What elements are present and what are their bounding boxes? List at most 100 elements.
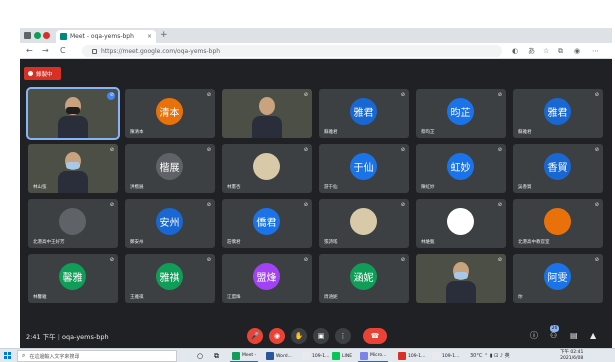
participant-avatar: 楷展 [156,153,183,180]
app-icon [232,351,240,360]
app-icon [360,351,368,360]
present-icon: ▣ [317,332,325,340]
taskbar-app-label: Micro... [370,353,387,358]
participant-tile[interactable]: 僑君 ⊘ 莊僑君 [222,199,312,248]
tab-meet[interactable]: Meet - oqa-yems-bph × [56,30,156,43]
participant-video [58,97,88,138]
participant-tile[interactable]: 楷展 ⊘ 洪楷展 [125,144,215,193]
camera-off-button[interactable]: ◉ [269,328,285,344]
participant-tile[interactable]: 雅君 ⊘ 蘇雅君 [319,89,409,138]
taskbar-app[interactable]: 109-1... [430,350,461,362]
participant-tile[interactable]: 雅君 ⊘ 蘇雅君 [513,89,603,138]
present-button[interactable]: ▣ [313,328,329,344]
mic-muted-icon: ⊘ [109,92,114,98]
participant-tile[interactable]: 涵妮 ⊘ 周涵妮 [319,254,409,303]
participant-tile[interactable]: ⊘ [222,89,312,138]
forward-button[interactable]: → [42,45,49,57]
windows-start-icon[interactable] [4,352,12,360]
taskbar-search-field[interactable]: ⌕ 在這邊輸入文字來搜尋 [17,350,177,362]
activities-icon[interactable]: ▲ [590,331,596,341]
participant-tile[interactable]: ⊘ 林維甄 [416,199,506,248]
system-tray[interactable]: 30°C ⌃ ▮ ⊡ ♪ 英 [470,352,510,359]
raise-hand-button[interactable]: ✋ [291,328,307,344]
mic-muted-icon: ⊘ [400,92,405,98]
mic-off-button[interactable]: 🎤 [247,328,263,344]
profile-icon[interactable] [34,32,41,39]
people-icon[interactable]: ⚇ [550,331,557,341]
participant-avatar: 香貿 [544,153,571,180]
participant-name: 你 [518,295,523,300]
taskbar-app[interactable]: Micro... [358,350,389,362]
participant-tile[interactable]: 阿雯 ⊘ 你 [513,254,603,303]
taskbar-app[interactable]: Word... [264,350,294,362]
mic-muted-icon: ⊘ [497,257,502,263]
participant-name: 林憲杏 [227,185,241,190]
participant-name: 鄭安州 [130,240,144,245]
meeting-info-icon[interactable]: ⓘ [530,331,538,341]
browser-menu-icon[interactable]: ⋯ [592,46,599,56]
participant-tile[interactable]: ⊘ 北港高中王好芳 [28,199,118,248]
recording-dot-icon [28,71,33,76]
new-tab-button[interactable]: + [160,30,168,41]
participant-tile[interactable]: 虹妙 ⊘ 陳虹妙 [416,144,506,193]
participant-tile[interactable]: 盟烽 ⊘ 江盟烽 [222,254,312,303]
favorite-star-icon[interactable]: ☆ [543,46,549,56]
participant-avatar: 虹妙 [447,153,474,180]
taskbar-app[interactable]: LINE [330,350,354,362]
participant-tile[interactable]: ⊘ 林憲杏 [222,144,312,193]
tab-close-icon[interactable]: × [147,33,152,40]
end-call-button[interactable]: ☎ [363,328,387,344]
participant-name: 蘇雅君 [324,130,338,135]
window-menu-icon[interactable] [24,32,31,39]
url-field[interactable]: https://meet.google.com/oqa-yems-bph [82,45,502,57]
taskbar-clock[interactable]: 下午 02:41 2021/6/08 [560,350,583,362]
participant-tile[interactable]: 香貿 ⊘ 吳香貿 [513,144,603,193]
taskbar-app[interactable]: 109-1... [396,350,427,362]
reload-button[interactable]: C [60,45,66,57]
mic-muted-icon: ⊘ [206,92,211,98]
taskbar-app[interactable]: 109-1... [300,350,331,362]
mic-muted-icon: ⊘ [109,147,114,153]
camera-permission-icon[interactable]: ◐ [512,46,518,56]
participant-tile[interactable]: 于仙 ⊘ 游于仙 [319,144,409,193]
cortana-icon[interactable]: ○ [195,350,205,362]
read-aloud-icon[interactable]: あ [528,46,535,56]
mic-muted-icon: ⊘ [497,147,502,153]
recording-badge[interactable]: 錄製中 [24,67,61,80]
participant-tile[interactable]: ⊘ [26,87,120,140]
participant-tile[interactable]: 馨雅 ⊘ 林馨雅 [28,254,118,303]
back-button[interactable]: ← [26,45,33,57]
collections-icon[interactable]: ⧉ [558,46,563,56]
participant-tile[interactable]: ⊘ 張詩瑤 [319,199,409,248]
participant-tile[interactable]: 清本 ⊘ 陳清本 [125,89,215,138]
clock-date: 2021/6/08 [560,356,584,361]
taskbar-app[interactable]: Meet - [230,350,259,362]
participant-tile[interactable]: ⊘ 北港高中教官室 [513,199,603,248]
participant-tile[interactable]: 昀芷 ⊘ 蔡昀芷 [416,89,506,138]
participant-name: 陳虹妙 [421,185,435,190]
mic-muted-icon: ⊘ [400,147,405,153]
app-icon [398,352,406,360]
taskbar-app-label: 109-1... [442,353,460,359]
search-placeholder: 在這邊輸入文字來搜尋 [29,353,80,360]
taskbar-app-label: 109-1... [312,353,330,359]
participant-name: 林維甄 [421,240,435,245]
task-view-icon[interactable]: ⧉ [212,350,221,362]
raise-hand-icon: ✋ [294,332,304,340]
mic-muted-icon: ⊘ [594,147,599,153]
participant-avatar: 雅君 [544,98,571,125]
participant-name: 王雅祺 [130,295,144,300]
participant-avatar [447,208,474,235]
participant-name: 莊僑君 [227,240,241,245]
participant-tile[interactable]: ⊘ [416,254,506,303]
camera-off-icon: ◉ [273,332,281,340]
end-call-icon: ☎ [370,332,380,340]
participant-tile[interactable]: 安州 ⊘ 鄭安州 [125,199,215,248]
participant-tile[interactable]: 雅祺 ⊘ 王雅祺 [125,254,215,303]
participant-tile[interactable]: ⊘ 林山弦 [28,144,118,193]
more-options-button[interactable]: ⋮ [335,328,351,344]
browser-window: Meet - oqa-yems-bph × + ← → C https://me… [20,28,612,349]
chat-icon[interactable]: ▤ [570,331,578,341]
taskbar-app-label: Word... [276,353,292,359]
profile-avatar-icon[interactable]: ◉ [574,46,580,56]
